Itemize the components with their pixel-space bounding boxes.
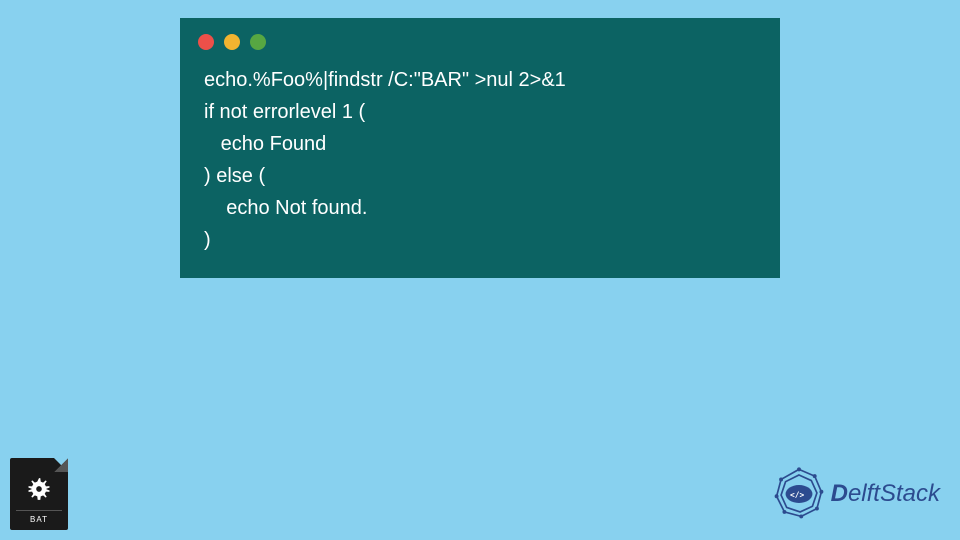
code-block: echo.%Foo%|findstr /C:"BAR" >nul 2>&1 if… [180,62,780,260]
window-minimize-icon [224,34,240,50]
code-line: echo Not found. [204,197,367,219]
delftstack-logo: </> DelftStack [771,466,940,522]
bat-file-icon: BAT [10,458,68,530]
code-window: echo.%Foo%|findstr /C:"BAR" >nul 2>&1 if… [180,18,780,278]
code-line: echo.%Foo%|findstr /C:"BAR" >nul 2>&1 [204,69,566,91]
bat-file-label: BAT [16,510,62,524]
code-line: ) else ( [204,165,265,187]
delftstack-logo-icon: </> [771,466,827,522]
delftstack-logo-text: DelftStack [831,480,940,508]
logo-text-prefix: D [831,480,848,508]
svg-text:</>: </> [790,490,804,499]
logo-text-rest: elftStack [848,480,940,508]
window-close-icon [198,34,214,50]
code-line: ) [204,229,211,251]
code-line: echo Found [204,133,326,155]
window-maximize-icon [250,34,266,50]
gear-icon [26,476,52,502]
window-traffic-lights [180,18,780,62]
code-line: if not errorlevel 1 ( [204,101,365,123]
